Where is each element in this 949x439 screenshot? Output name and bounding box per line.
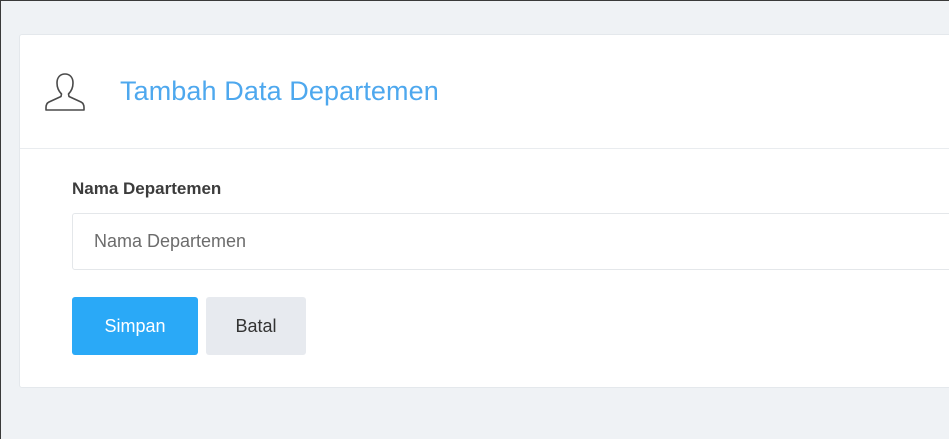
card-body: Nama Departemen Simpan Batal bbox=[20, 149, 949, 355]
page-frame: Tambah Data Departemen Nama Departemen S… bbox=[0, 0, 949, 439]
user-outline-icon bbox=[42, 69, 88, 115]
department-name-label: Nama Departemen bbox=[72, 179, 222, 198]
save-button[interactable]: Simpan bbox=[72, 297, 198, 355]
card-title: Tambah Data Departemen bbox=[120, 76, 439, 106]
card-header: Tambah Data Departemen bbox=[20, 35, 949, 149]
department-name-input[interactable] bbox=[72, 213, 949, 270]
form-card: Tambah Data Departemen Nama Departemen S… bbox=[19, 34, 949, 388]
form-actions: Simpan Batal bbox=[72, 297, 949, 355]
cancel-button[interactable]: Batal bbox=[206, 297, 306, 355]
